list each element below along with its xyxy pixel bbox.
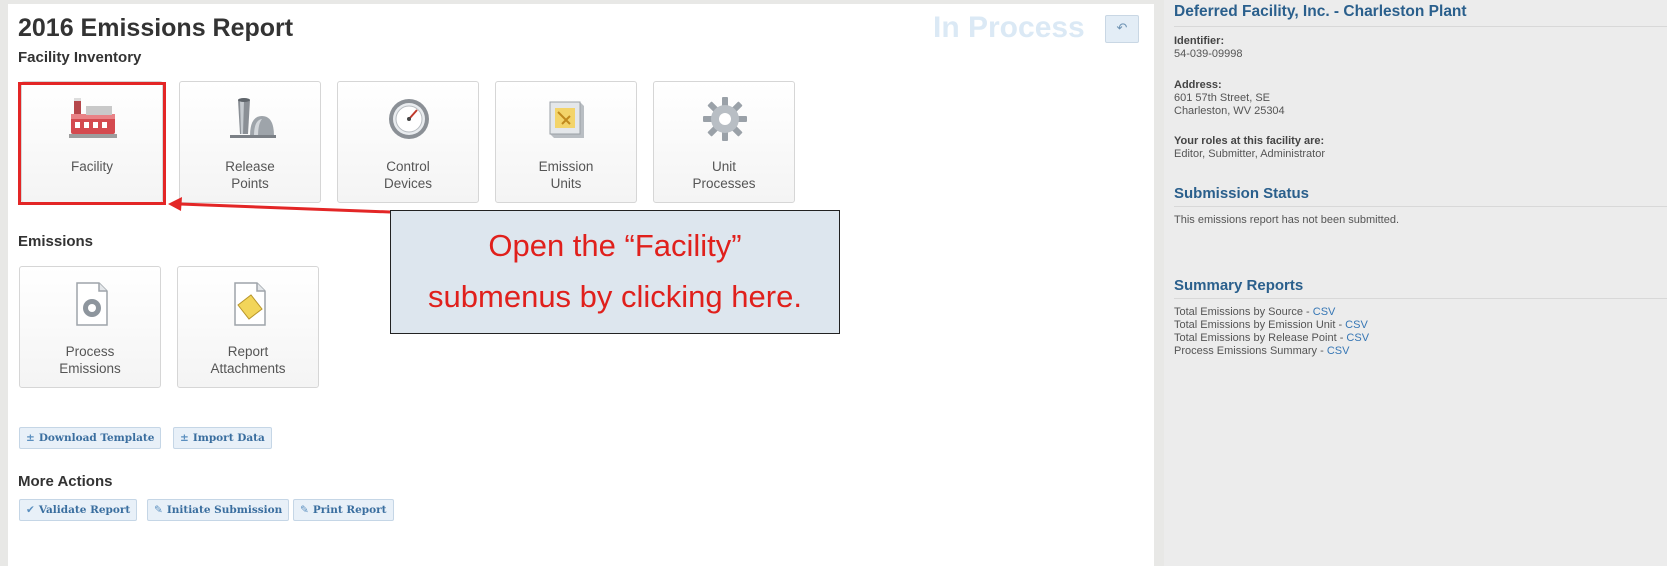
validate-report-button[interactable]: ✔ Validate Report bbox=[19, 499, 138, 521]
roles-value: Editor, Submitter, Administrator bbox=[1174, 148, 1326, 160]
gear-icon bbox=[703, 97, 747, 141]
import-icon: ± bbox=[180, 432, 189, 444]
summary-report-item: Process Emissions Summary - CSV bbox=[1174, 345, 1350, 357]
control-devices-tile[interactable]: Control Devices bbox=[337, 81, 479, 203]
gauge-icon bbox=[389, 99, 429, 139]
csv-link[interactable]: CSV bbox=[1313, 306, 1336, 318]
identifier-label: Identifier: bbox=[1174, 35, 1225, 47]
divider bbox=[1174, 206, 1667, 207]
undo-arrow-icon: ↶ bbox=[1116, 20, 1128, 35]
divider bbox=[1174, 298, 1667, 299]
wrench-icon: ✎ bbox=[154, 504, 163, 516]
more-actions-heading: More Actions bbox=[18, 473, 113, 490]
address-line-2: Charleston, WV 25304 bbox=[1174, 105, 1285, 117]
address-line-1: 601 57th Street, SE bbox=[1174, 92, 1271, 104]
facility-inventory-heading: Facility Inventory bbox=[18, 49, 142, 66]
import-data-button[interactable]: ± Import Data bbox=[173, 427, 272, 449]
roles-label: Your roles at this facility are: bbox=[1174, 135, 1325, 147]
divider bbox=[1174, 26, 1667, 27]
callout-line-2: submenus by clicking here. bbox=[428, 279, 802, 314]
stack-icon bbox=[230, 98, 276, 138]
address-label: Address: bbox=[1174, 79, 1222, 91]
wrench-icon: ✎ bbox=[300, 504, 309, 516]
csv-link[interactable]: CSV bbox=[1346, 332, 1369, 344]
summary-report-item: Total Emissions by Source - CSV bbox=[1174, 306, 1336, 318]
submission-status-text: This emissions report has not been submi… bbox=[1174, 214, 1400, 226]
unit-processes-tile-label: Unit Processes bbox=[692, 159, 756, 191]
download-template-button[interactable]: ± Download Template bbox=[19, 427, 162, 449]
instruction-callout: Open the “Facility” submenus by clicking… bbox=[390, 210, 840, 334]
attachment-document-icon bbox=[234, 282, 266, 326]
facility-name: Deferred Facility, Inc. - Charleston Pla… bbox=[1174, 3, 1467, 20]
emission-units-tile-label: Emission Units bbox=[538, 159, 594, 191]
csv-link[interactable]: CSV bbox=[1345, 319, 1368, 331]
report-status: In Process bbox=[933, 11, 1085, 44]
process-emissions-tile[interactable]: Process Emissions bbox=[19, 266, 161, 388]
print-report-button[interactable]: ✎ Print Report bbox=[293, 499, 394, 521]
report-attachments-tile[interactable]: Report Attachments bbox=[177, 266, 319, 388]
report-attachments-tile-label: Report Attachments bbox=[210, 344, 286, 376]
emissions-heading: Emissions bbox=[18, 233, 94, 250]
summary-report-item: Total Emissions by Release Point - CSV bbox=[1174, 332, 1370, 344]
unit-box-icon bbox=[549, 101, 584, 138]
submission-status-heading: Submission Status bbox=[1174, 185, 1310, 202]
process-emissions-tile-label: Process Emissions bbox=[59, 344, 121, 376]
control-devices-tile-label: Control Devices bbox=[383, 159, 432, 191]
download-icon: ± bbox=[26, 432, 35, 444]
check-icon: ✔ bbox=[26, 504, 35, 516]
facility-highlight-box bbox=[18, 82, 166, 205]
unit-processes-tile[interactable]: Unit Processes bbox=[653, 81, 795, 203]
release-points-tile-label: Release Points bbox=[225, 159, 275, 191]
page-title: 2016 Emissions Report bbox=[18, 14, 294, 42]
csv-link[interactable]: CSV bbox=[1327, 345, 1350, 357]
emission-units-tile[interactable]: Emission Units bbox=[495, 81, 637, 203]
summary-report-item: Total Emissions by Emission Unit - CSV bbox=[1174, 319, 1368, 331]
back-button[interactable]: ↶ bbox=[1105, 15, 1139, 43]
identifier-value: 54-039-09998 bbox=[1174, 48, 1243, 60]
initiate-submission-button[interactable]: ✎ Initiate Submission bbox=[147, 499, 290, 521]
callout-line-1: Open the “Facility” bbox=[488, 228, 742, 263]
summary-reports-heading: Summary Reports bbox=[1174, 277, 1304, 294]
gear-document-icon bbox=[76, 282, 108, 326]
release-points-tile[interactable]: Release Points bbox=[179, 81, 321, 203]
